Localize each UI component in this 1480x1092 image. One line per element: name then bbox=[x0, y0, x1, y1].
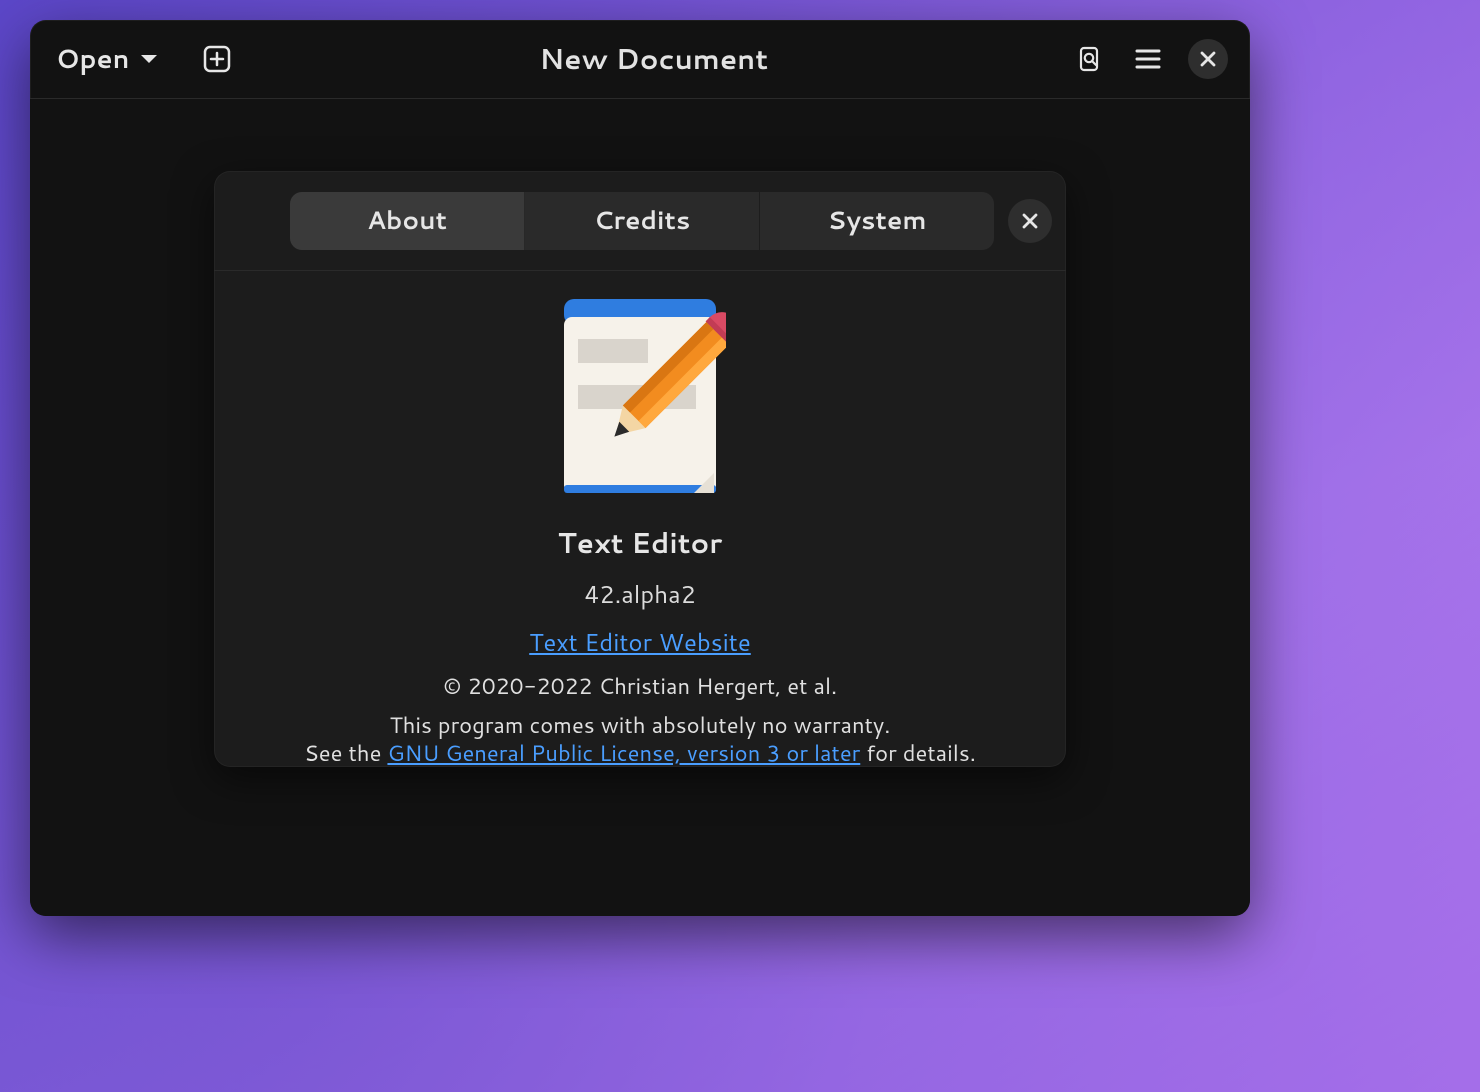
text-editor-window: Open New Document bbox=[30, 20, 1250, 916]
window-titlebar: Open New Document bbox=[30, 20, 1250, 99]
copyright: © 2020-2022 Christian Hergert, et al. bbox=[443, 671, 837, 702]
license-link[interactable]: GNU General Public License, version 3 or… bbox=[387, 738, 860, 768]
titlebar-right bbox=[1072, 39, 1228, 79]
tab-label: About bbox=[367, 203, 447, 238]
titlebar-left: Open bbox=[52, 33, 235, 85]
about-dialog: About Credits System bbox=[214, 171, 1066, 767]
about-close-button[interactable] bbox=[1008, 199, 1052, 243]
license-suffix: for details. bbox=[860, 738, 976, 768]
new-tab-icon bbox=[202, 44, 232, 74]
open-button[interactable]: Open bbox=[52, 33, 163, 85]
close-icon bbox=[1199, 50, 1217, 68]
app-icon bbox=[554, 299, 726, 495]
tab-system[interactable]: System bbox=[760, 192, 994, 250]
about-tab-bar: About Credits System bbox=[290, 192, 994, 250]
warranty-line: This program comes with absolutely no wa… bbox=[390, 710, 891, 741]
window-title: New Document bbox=[265, 39, 1042, 79]
tab-about[interactable]: About bbox=[290, 192, 525, 250]
editor-content-area: About Credits System bbox=[30, 99, 1250, 916]
license-text: This program comes with absolutely no wa… bbox=[304, 712, 976, 767]
chevron-down-icon bbox=[139, 52, 159, 66]
new-tab-button[interactable] bbox=[199, 41, 235, 77]
app-name: Text Editor bbox=[558, 523, 722, 563]
tab-label: Credits bbox=[594, 203, 691, 238]
website-link[interactable]: Text Editor Website bbox=[529, 625, 751, 659]
open-button-label: Open bbox=[56, 41, 129, 77]
search-button[interactable] bbox=[1072, 41, 1108, 77]
about-dialog-header: About Credits System bbox=[214, 171, 1066, 271]
tab-credits[interactable]: Credits bbox=[525, 192, 760, 250]
main-menu-button[interactable] bbox=[1130, 41, 1166, 77]
about-dialog-body: Text Editor 42.alpha2 Text Editor Websit… bbox=[214, 271, 1066, 767]
search-icon bbox=[1076, 45, 1104, 73]
tab-label: System bbox=[827, 203, 926, 238]
hamburger-menu-icon bbox=[1134, 47, 1162, 71]
app-version: 42.alpha2 bbox=[584, 577, 696, 611]
window-close-button[interactable] bbox=[1188, 39, 1228, 79]
license-prefix: See the bbox=[304, 738, 387, 768]
close-icon bbox=[1021, 212, 1039, 230]
